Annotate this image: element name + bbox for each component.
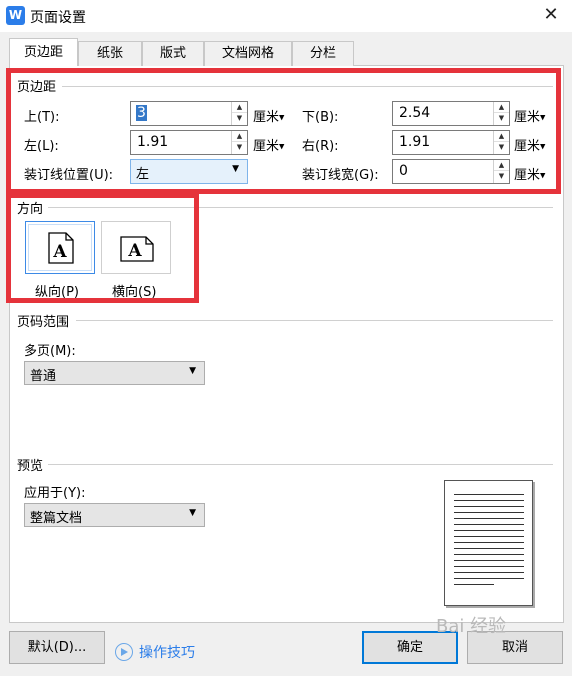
top-margin-field[interactable]: 3 ▲ ▼: [130, 101, 248, 126]
bottom-margin-field[interactable]: 2.54 ▲ ▼: [392, 101, 510, 126]
right-margin-unit[interactable]: 厘米▼: [514, 135, 545, 154]
spin-down-icon[interactable]: ▼: [232, 142, 247, 153]
gutter-width-value[interactable]: 0: [399, 163, 408, 179]
dropdown-arrow-icon: ▼: [540, 171, 546, 180]
svg-text:A: A: [127, 241, 142, 261]
tab-document-grid[interactable]: 文档网格: [204, 41, 292, 66]
dropdown-arrow-icon: ▼: [279, 113, 285, 122]
gutter-width-stepper[interactable]: ▲ ▼: [493, 160, 509, 183]
margins-section-divider: [62, 86, 553, 87]
right-margin-field[interactable]: 1.91 ▲ ▼: [392, 130, 510, 155]
apply-to-label: 应用于(Y):: [24, 486, 86, 501]
close-icon[interactable]: ✕: [540, 4, 562, 26]
spin-down-icon[interactable]: ▼: [494, 113, 509, 124]
apply-to-value: 整篇文档: [30, 511, 83, 526]
spin-up-icon[interactable]: ▲: [494, 131, 509, 142]
bottom-margin-stepper[interactable]: ▲ ▼: [493, 102, 509, 125]
orientation-section-title: 方向: [17, 198, 48, 217]
page-range-section-divider: [76, 320, 553, 321]
right-margin-label: 右(R):: [302, 139, 339, 154]
portrait-button[interactable]: A: [25, 221, 95, 274]
dropdown-arrow-icon: ▼: [189, 508, 196, 518]
tab-columns[interactable]: 分栏: [292, 41, 354, 66]
window-title: 页面设置: [30, 10, 86, 26]
spin-up-icon[interactable]: ▲: [494, 160, 509, 171]
multi-page-value: 普通: [30, 369, 57, 384]
spin-down-icon[interactable]: ▼: [494, 171, 509, 182]
top-margin-unit[interactable]: 厘米▼: [253, 106, 284, 125]
tab-layout[interactable]: 版式: [142, 41, 204, 66]
preview-section-divider: [48, 464, 553, 465]
gutter-position-value: 左: [136, 167, 150, 182]
bottom-margin-unit[interactable]: 厘米▼: [514, 106, 545, 125]
left-margin-value[interactable]: 1.91: [137, 134, 168, 150]
page-range-section-title: 页码范围: [17, 311, 74, 330]
gutter-position-select[interactable]: 左 ▼: [130, 159, 248, 184]
tab-paper[interactable]: 纸张: [78, 41, 142, 66]
multi-page-select[interactable]: 普通 ▼: [24, 361, 205, 385]
multi-page-label: 多页(M):: [24, 344, 76, 359]
landscape-label: 横向(S): [112, 285, 157, 300]
watermark: Bai 经验: [436, 616, 507, 637]
top-margin-value[interactable]: 3: [136, 105, 147, 121]
gutter-width-field[interactable]: 0 ▲ ▼: [392, 159, 510, 184]
svg-text:A: A: [52, 242, 67, 262]
spin-up-icon[interactable]: ▲: [494, 102, 509, 113]
dropdown-arrow-icon: ▼: [189, 366, 196, 376]
top-margin-stepper[interactable]: ▲ ▼: [231, 102, 247, 125]
app-icon: W: [6, 6, 25, 25]
bottom-margin-value[interactable]: 2.54: [399, 105, 430, 121]
preview-section-title: 预览: [17, 455, 48, 474]
bottom-margin-label: 下(B):: [302, 110, 339, 125]
spin-up-icon[interactable]: ▲: [232, 131, 247, 142]
portrait-page-icon: A: [48, 232, 74, 264]
left-margin-field[interactable]: 1.91 ▲ ▼: [130, 130, 248, 155]
gutter-width-label: 装订线宽(G):: [302, 168, 379, 183]
right-margin-value[interactable]: 1.91: [399, 134, 430, 150]
spin-down-icon[interactable]: ▼: [494, 142, 509, 153]
tab-margins[interactable]: 页边距: [9, 38, 78, 66]
default-button[interactable]: 默认(D)...: [9, 631, 105, 664]
portrait-label: 纵向(P): [35, 285, 79, 300]
top-margin-label: 上(T):: [24, 110, 60, 125]
page-preview-thumbnail: [444, 480, 533, 606]
right-margin-stepper[interactable]: ▲ ▼: [493, 131, 509, 154]
margins-section-title: 页边距: [17, 76, 61, 95]
gutter-position-label: 装订线位置(U):: [24, 168, 114, 183]
play-circle-icon[interactable]: [115, 643, 133, 661]
left-margin-stepper[interactable]: ▲ ▼: [231, 131, 247, 154]
spin-up-icon[interactable]: ▲: [232, 102, 247, 113]
dropdown-arrow-icon: ▼: [540, 113, 546, 122]
gutter-width-unit[interactable]: 厘米▼: [514, 164, 545, 183]
left-margin-unit[interactable]: 厘米▼: [253, 135, 284, 154]
orientation-section-divider: [48, 207, 553, 208]
dropdown-arrow-icon: ▼: [540, 142, 546, 151]
dropdown-arrow-icon: ▼: [279, 142, 285, 151]
dropdown-arrow-icon: ▼: [232, 164, 239, 174]
apply-to-select[interactable]: 整篇文档 ▼: [24, 503, 205, 527]
spin-down-icon[interactable]: ▼: [232, 113, 247, 124]
landscape-button[interactable]: A: [101, 221, 171, 274]
tips-link[interactable]: 操作技巧: [139, 642, 195, 662]
landscape-page-icon: A: [120, 236, 154, 262]
left-margin-label: 左(L):: [24, 139, 59, 154]
